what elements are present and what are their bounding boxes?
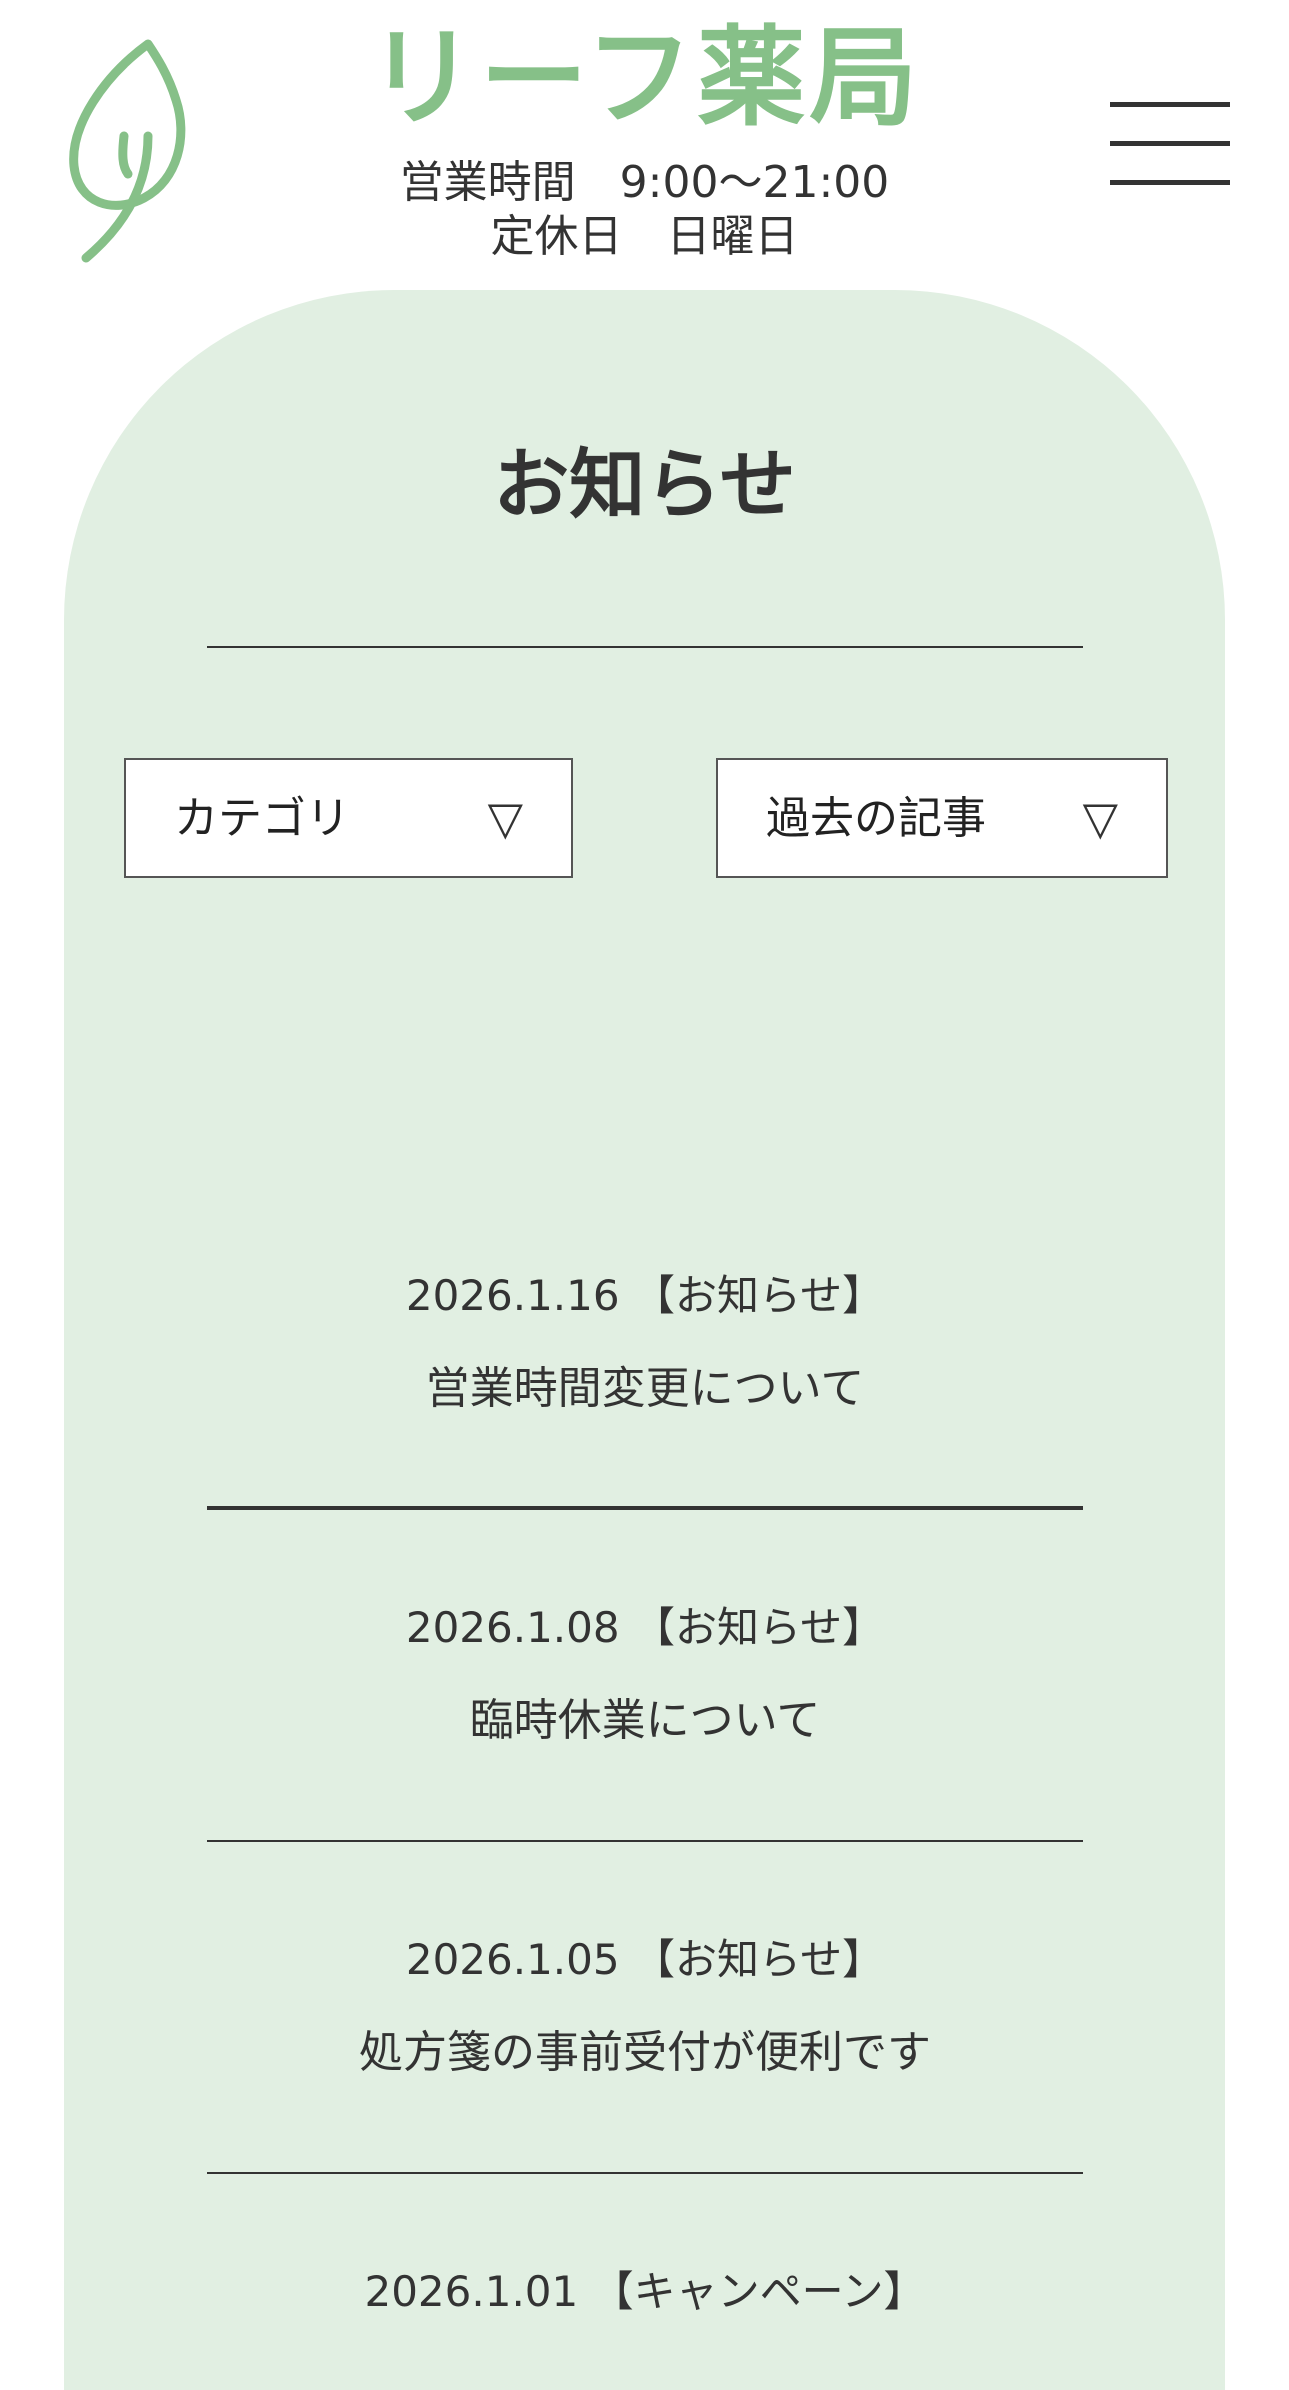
news-title[interactable]: 営業時間変更について [207, 1362, 1083, 1416]
menu-bar [1110, 180, 1230, 185]
news-tag: 【お知らせ】 [632, 1271, 885, 1320]
news-title[interactable]: 臨時休業について [207, 1694, 1083, 1748]
title-divider [207, 646, 1083, 648]
news-title[interactable]: 処方箋の事前受付が便利です [207, 2026, 1083, 2080]
news-tag: 【お知らせ】 [632, 1935, 885, 1984]
news-date-line: 2026.1.16 【お知らせ】 [207, 1270, 1083, 1322]
news-divider [207, 1840, 1083, 1842]
menu-bar [1110, 141, 1230, 146]
triangle-down-icon: ▽ [487, 791, 523, 845]
archive-select[interactable]: 過去の記事 ▽ [716, 758, 1168, 878]
category-select[interactable]: カテゴリ ▽ [124, 758, 573, 878]
news-item[interactable]: 2026.1.16 【お知らせ】 営業時間変更について [207, 1270, 1083, 1510]
page-title: お知らせ [493, 440, 796, 529]
category-select-label: カテゴリ [174, 793, 350, 844]
news-date: 2026.1.05 [405, 1935, 620, 1984]
news-item[interactable]: 2026.1.01 【キャンペーン】 [207, 2266, 1083, 2358]
triangle-down-icon: ▽ [1082, 791, 1118, 845]
news-item[interactable]: 2026.1.08 【お知らせ】 臨時休業について [207, 1602, 1083, 1842]
news-date-line: 2026.1.05 【お知らせ】 [207, 1934, 1083, 1986]
menu-bar [1110, 102, 1230, 107]
business-hours: 営業時間 9:00〜21:00 [399, 157, 890, 208]
archive-select-label: 過去の記事 [766, 793, 986, 844]
shop-brand: リーフ薬局 [0, 20, 1289, 138]
news-tag: 【お知らせ】 [632, 1603, 885, 1652]
news-divider [207, 1506, 1083, 1510]
shop-name[interactable]: リーフ薬局 [368, 20, 922, 138]
news-divider [207, 2172, 1083, 2174]
hamburger-menu-icon[interactable] [1108, 96, 1232, 192]
news-item[interactable]: 2026.1.05 【お知らせ】 処方箋の事前受付が便利です [207, 1934, 1083, 2174]
news-date: 2026.1.08 [405, 1603, 620, 1652]
site-header: リーフ薬局 営業時間 9:00〜21:00 定休日 日曜日 [0, 0, 1289, 290]
news-date-line: 2026.1.01 【キャンペーン】 [207, 2266, 1083, 2318]
news-date-line: 2026.1.08 【お知らせ】 [207, 1602, 1083, 1654]
closed-days: 定休日 日曜日 [490, 211, 799, 262]
news-date: 2026.1.16 [405, 1271, 620, 1320]
